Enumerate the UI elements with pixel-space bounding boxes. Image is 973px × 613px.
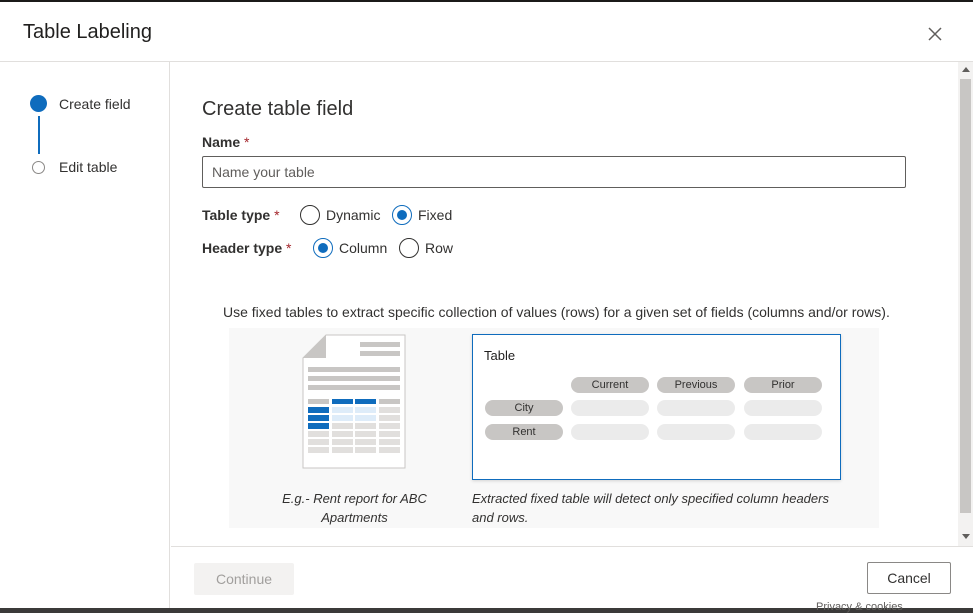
step-edit-table[interactable]: Edit table — [30, 159, 117, 175]
document-icon — [302, 334, 406, 469]
step-connector — [38, 116, 40, 154]
radio-unchecked-icon — [399, 238, 419, 258]
header-type-label: Header type * — [202, 240, 292, 256]
radio-label: Column — [339, 240, 388, 256]
step-label: Create field — [59, 95, 131, 112]
continue-button[interactable]: Continue — [194, 563, 294, 595]
name-label-text: Name — [202, 134, 241, 150]
dialog-content: Create table field Name * Table type * D… — [171, 62, 958, 546]
close-icon — [928, 27, 942, 41]
scroll-down-arrow-icon[interactable] — [962, 534, 970, 539]
required-marker: * — [244, 134, 250, 150]
empty-cell-pill — [744, 424, 822, 440]
step-active-dot-icon — [30, 95, 47, 112]
empty-cell-pill — [571, 424, 649, 440]
step-inactive-dot-icon — [32, 160, 45, 174]
table-type-label: Table type * — [202, 207, 280, 223]
dialog-footer: Continue Cancel — [171, 546, 973, 608]
column-header-pill: Prior — [744, 377, 822, 393]
header-type-label-text: Header type — [202, 240, 283, 256]
radio-column[interactable]: Column — [313, 238, 387, 258]
radio-row[interactable]: Row — [399, 238, 453, 258]
table-title: Table — [484, 348, 516, 363]
column-header-pill: Current — [571, 377, 649, 393]
required-marker: * — [274, 207, 280, 223]
radio-label: Fixed — [418, 207, 453, 223]
radio-dynamic[interactable]: Dynamic — [300, 205, 380, 225]
document-caption: E.g.- Rent report for ABC Apartments — [282, 491, 427, 525]
dialog-title: Table Labeling — [23, 21, 152, 43]
steps-panel: Create field Edit table — [0, 62, 170, 608]
scroll-thumb[interactable] — [960, 79, 971, 513]
table-type-label-text: Table type — [202, 207, 271, 223]
step-create-field[interactable]: Create field — [30, 95, 131, 112]
fixed-table-description: Use fixed tables to extract specific col… — [223, 304, 890, 320]
fixed-table-example: Table Current Previous Prior City Rent — [472, 334, 841, 480]
radio-unchecked-icon — [300, 205, 320, 225]
name-input[interactable] — [202, 156, 906, 188]
column-header-pill: Previous — [657, 377, 735, 393]
content-scrollbar[interactable] — [958, 62, 973, 546]
required-marker: * — [286, 240, 292, 256]
empty-cell-pill — [571, 400, 649, 416]
form-heading: Create table field — [202, 98, 354, 120]
scroll-up-arrow-icon[interactable] — [962, 67, 970, 72]
cancel-button[interactable]: Cancel — [867, 562, 951, 594]
row-header-pill: Rent — [485, 424, 563, 440]
radio-checked-icon — [392, 205, 412, 225]
empty-cell-pill — [657, 424, 735, 440]
table-caption: Extracted fixed table will detect only s… — [472, 491, 829, 525]
background-page-link: Privacy & cookies — [816, 601, 903, 613]
radio-checked-icon — [313, 238, 333, 258]
illustration-panel: E.g.- Rent report for ABC Apartments Tab… — [229, 328, 879, 528]
radio-fixed[interactable]: Fixed — [392, 205, 452, 225]
name-label: Name * — [202, 134, 249, 150]
radio-label: Dynamic — [326, 207, 381, 223]
radio-label: Row — [425, 240, 454, 256]
dialog-header: Table Labeling — [0, 2, 973, 62]
step-label: Edit table — [59, 159, 118, 175]
row-header-pill: City — [485, 400, 563, 416]
close-button[interactable] — [922, 21, 948, 47]
empty-cell-pill — [657, 400, 735, 416]
empty-cell-pill — [744, 400, 822, 416]
